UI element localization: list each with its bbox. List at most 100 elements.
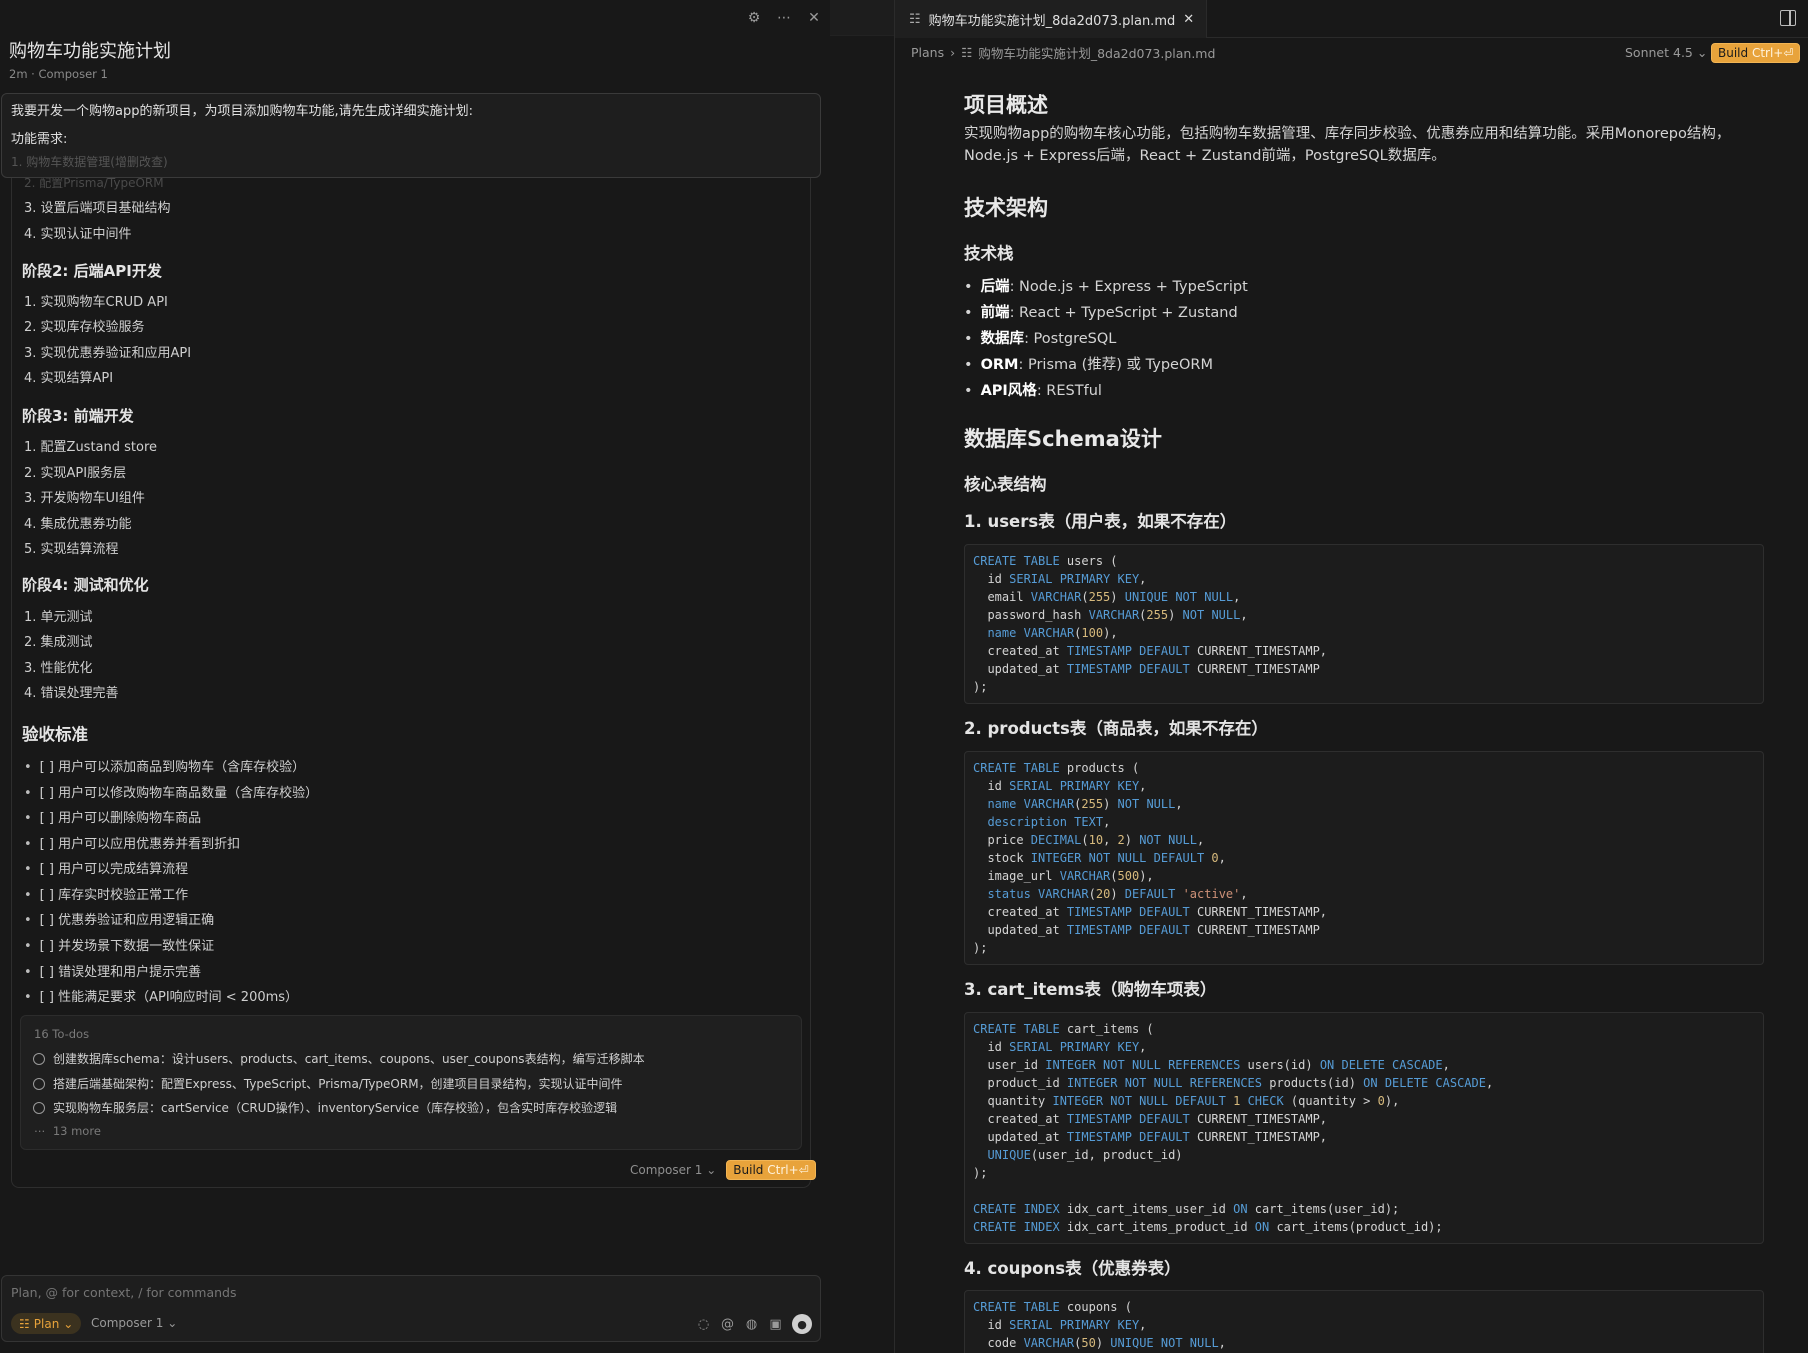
acceptance-item: [ ] 并发场景下数据一致性保证 — [24, 935, 214, 954]
code-block-cart-items[interactable]: CREATE TABLE cart_items ( id SERIAL PRIM… — [964, 1012, 1764, 1244]
stack-item: ORM: Prisma (推荐) 或 TypeORM — [964, 353, 1213, 374]
composer-model-selector[interactable]: Composer 1 ⌄ — [91, 1316, 177, 1330]
breadcrumb-root[interactable]: Plans — [911, 45, 944, 60]
plan-list-item: 4. 错误处理完善 — [24, 686, 119, 701]
model-selector[interactable]: Composer 1 ⌄ — [630, 1163, 716, 1177]
acceptance-item: [ ] 用户可以应用优惠券并看到折扣 — [24, 833, 240, 852]
image-icon[interactable]: ▣ — [768, 1317, 783, 1332]
todo-more-link[interactable]: ⋯ 13 more — [34, 1124, 101, 1138]
acceptance-item: [ ] 用户可以修改购物车商品数量（含库存校验） — [24, 782, 318, 801]
user-message-line: 1. 购物车数据管理(增删改查) — [11, 155, 168, 169]
editor-tab[interactable]: ☷ 购物车功能实施计划_8da2d073.plan.md ✕ — [895, 0, 1208, 38]
model-selector-label: Composer 1 — [630, 1163, 703, 1177]
mode-label: Plan — [33, 1316, 60, 1331]
stack-value: : Prisma (推荐) 或 TypeORM — [1018, 357, 1213, 373]
acceptance-item: [ ] 用户可以添加商品到购物车（含库存校验） — [24, 756, 305, 775]
editor-panel: ☷ 购物车功能实施计划_8da2d073.plan.md ✕ Plans › ☷… — [895, 0, 1808, 1353]
plan-card-footer: Composer 1 ⌄ Build Ctrl+⏎ — [630, 1160, 816, 1180]
stage-heading: 阶段2: 后端API开发 — [22, 262, 162, 280]
build-shortcut: Ctrl+⏎ — [767, 1163, 809, 1177]
todo-more-label: 13 more — [52, 1124, 101, 1138]
todo-count: 16 To-dos — [34, 1027, 90, 1041]
breadcrumb: Plans › ☷ 购物车功能实施计划_8da2d073.plan.md — [911, 43, 1215, 62]
stack-key: API风格 — [980, 383, 1037, 399]
plan-list-item: 4. 集成优惠券功能 — [24, 517, 132, 532]
todo-circle-icon[interactable] — [33, 1077, 45, 1090]
ellipsis-icon: ⋯ — [34, 1124, 46, 1138]
plan-list-item: 5. 实现结算流程 — [24, 542, 119, 557]
left-top-strip — [830, 0, 894, 36]
stack-key: 数据库 — [980, 331, 1025, 347]
more-icon[interactable]: ⋯ — [776, 10, 792, 26]
stack-item: 数据库: PostgreSQL — [964, 327, 1117, 348]
plan-list-item: 3. 性能优化 — [24, 661, 93, 676]
todo-item[interactable]: 搭建后端基础架构：配置Express、TypeScript、Prisma/Typ… — [33, 1075, 623, 1092]
stage-heading: 阶段4: 测试和优化 — [22, 576, 149, 594]
globe-icon[interactable]: ◍ — [744, 1317, 759, 1332]
chevron-down-icon: ⌄ — [167, 1316, 178, 1330]
todo-item[interactable]: 创建数据库schema：设计users、products、cart_items、… — [33, 1050, 645, 1067]
plan-list-item: 2. 集成测试 — [24, 635, 93, 650]
composer-input[interactable] — [11, 1285, 791, 1300]
plan-list-item: 1. 实现购物车CRUD API — [24, 295, 168, 310]
acceptance-item: [ ] 优惠券验证和应用逻辑正确 — [24, 909, 214, 928]
plan-list-item: 4. 实现结算API — [24, 371, 114, 386]
stack-value: : PostgreSQL — [1024, 331, 1117, 347]
stack-item: API风格: RESTful — [964, 379, 1102, 400]
user-message[interactable]: 我要开发一个购物app的新项目，为项目添加购物车功能,请先生成详细实施计划: 功… — [1, 93, 821, 178]
heading-schema: 数据库Schema设计 — [964, 427, 1162, 451]
plan-list-item: 3. 设置后端项目基础结构 — [24, 201, 171, 216]
build-button[interactable]: Build Ctrl+⏎ — [1711, 43, 1801, 63]
toggle-panel-icon[interactable] — [1780, 10, 1796, 26]
acceptance-heading: 验收标准 — [22, 725, 88, 744]
todo-item-label: 搭建后端基础架构：配置Express、TypeScript、Prisma/Typ… — [53, 1077, 623, 1091]
build-shortcut: Ctrl+⏎ — [1751, 46, 1794, 60]
overview-paragraph: Node.js + Express后端，React + Zustand前端，Po… — [964, 148, 1446, 164]
build-button[interactable]: Build Ctrl+⏎ — [726, 1160, 816, 1180]
loading-spinner-icon: ◌ — [697, 1316, 710, 1332]
overview-paragraph: 实现购物app的购物车核心功能，包括购物车数据管理、库存同步校验、优惠券应用和结… — [964, 126, 1731, 142]
stack-value: : Node.js + Express + TypeScript — [1009, 279, 1248, 295]
breadcrumb-file[interactable]: 购物车功能实施计划_8da2d073.plan.md — [978, 43, 1215, 62]
chat-panel: ⚙ ⋯ ✕ 购物车功能实施计划 2m · Composer 1 我要开发一个购物… — [0, 0, 894, 1353]
code-block-products[interactable]: CREATE TABLE products ( id SERIAL PRIMAR… — [964, 751, 1764, 965]
model-selector-label: Sonnet 4.5 — [1625, 45, 1693, 60]
code-block-users[interactable]: CREATE TABLE users ( id SERIAL PRIMARY K… — [964, 544, 1764, 704]
heading-stack: 技术栈 — [964, 244, 1014, 263]
stack-key: 前端 — [980, 305, 1010, 321]
mode-selector[interactable]: ☷ Plan ⌄ — [11, 1313, 82, 1334]
chevron-down-icon: ⌄ — [1696, 45, 1708, 60]
stack-key: ORM — [980, 357, 1019, 373]
close-icon[interactable]: ✕ — [806, 10, 822, 26]
plan-list-item: 3. 实现优惠券验证和应用API — [24, 346, 192, 361]
build-button-label: Build — [733, 1163, 764, 1177]
microphone-icon[interactable]: ● — [792, 1314, 812, 1334]
chat-header-actions: ⚙ ⋯ ✕ — [746, 10, 822, 26]
composer-actions: ◌ @ ◍ ▣ ● — [696, 1314, 812, 1334]
plan-file-icon: ☷ — [909, 11, 921, 27]
stack-item: 前端: React + TypeScript + Zustand — [964, 301, 1238, 322]
todo-item[interactable]: 实现购物车服务层：cartService（CRUD操作）、inventorySe… — [33, 1099, 617, 1116]
todo-circle-icon[interactable] — [33, 1052, 45, 1065]
code-block-coupons[interactable]: CREATE TABLE coupons ( id SERIAL PRIMARY… — [964, 1290, 1764, 1353]
todo-circle-icon[interactable] — [33, 1101, 45, 1114]
chevron-down-icon: ⌄ — [63, 1316, 74, 1331]
acceptance-item: [ ] 性能满足要求（API响应时间 < 200ms） — [24, 986, 298, 1005]
plan-file-icon: ☷ — [961, 45, 973, 60]
user-message-line: 我要开发一个购物app的新项目，为项目添加购物车功能,请先生成详细实施计划: — [11, 104, 473, 119]
plan-list-item: 2. 实现库存校验服务 — [24, 320, 145, 335]
close-icon[interactable]: ✕ — [1183, 12, 1194, 27]
build-button-label: Build — [1718, 46, 1749, 60]
mention-icon[interactable]: @ — [720, 1317, 735, 1332]
stack-value: : React + TypeScript + Zustand — [1009, 305, 1238, 321]
model-selector[interactable]: Sonnet 4.5 ⌄ — [1625, 45, 1707, 60]
settings-icon[interactable]: ⚙ — [746, 10, 762, 26]
plan-list-item: 1. 配置Zustand store — [24, 440, 158, 455]
heading-architecture: 技术架构 — [964, 196, 1048, 220]
plan-list-item: 2. 实现API服务层 — [24, 466, 127, 481]
editor-tab-bar: ☷ 购物车功能实施计划_8da2d073.plan.md ✕ — [895, 0, 1808, 38]
heading-products-table: 2. products表（商品表，如果不存在） — [964, 719, 1268, 738]
stack-key: 后端 — [980, 279, 1010, 295]
editor-tab-title: 购物车功能实施计划_8da2d073.plan.md — [928, 13, 1176, 29]
stack-value: : RESTful — [1036, 383, 1102, 399]
